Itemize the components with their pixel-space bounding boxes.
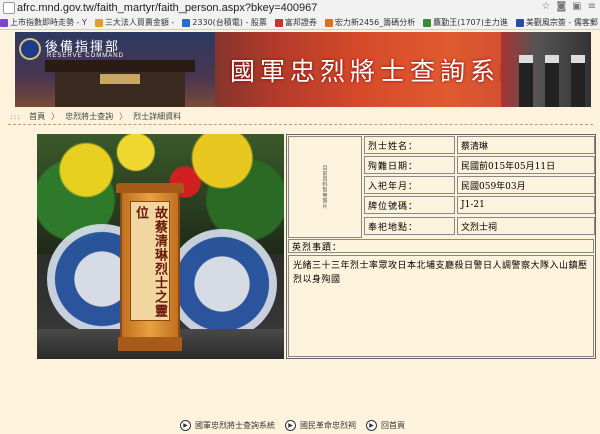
info-row-death-date: 殉難日期： 民國前015年05月11日 bbox=[364, 156, 595, 174]
arrow-right-icon: ▶ bbox=[180, 419, 191, 431]
arrow-right-icon: ▶ bbox=[285, 419, 296, 431]
bookmark-icon bbox=[324, 18, 333, 27]
info-label: 烈士姓名： bbox=[364, 136, 455, 154]
martyr-info-table: 目前資料暫無照片 烈士姓名： 蔡清琳 殉難日期： 民國前015年05月11日 入… bbox=[286, 134, 596, 359]
honor-guard-image bbox=[501, 32, 591, 107]
site-banner: 後備指揮部 RESERVE COMMAND 國軍忠烈將士查詢系統 bbox=[15, 32, 591, 107]
page-icon bbox=[3, 1, 15, 14]
reserve-command-logo[interactable] bbox=[19, 38, 41, 60]
gate-plaque bbox=[100, 74, 140, 84]
breadcrumb-martyr-search[interactable]: 忠烈將士查詢 bbox=[65, 111, 113, 122]
bookmarks-bar: 上市指數即時走勢 - Y 三大法人買賣金額 - 2330(台積電) - 股票 富… bbox=[0, 15, 600, 30]
bookmark-icon bbox=[182, 18, 191, 27]
info-label: 入祀年月： bbox=[364, 176, 455, 194]
memorial-photo: 故蔡清琳烈士之靈位 bbox=[37, 134, 284, 359]
system-title: 國軍忠烈將士查詢系統 bbox=[230, 57, 531, 86]
info-label: 殉難日期： bbox=[364, 156, 455, 174]
bookmark-icon bbox=[0, 18, 8, 27]
breadcrumb-dots: ::: bbox=[10, 111, 22, 121]
bookmark-item[interactable]: 美觀風宗簽 - 儒客郵 bbox=[515, 17, 598, 28]
tablet-panel: 故蔡清琳烈士之靈位 bbox=[130, 201, 170, 321]
merit-label: 英烈事蹟： bbox=[288, 239, 594, 253]
guard-figure bbox=[545, 55, 559, 107]
browser-chrome: afrc.mnd.gov.tw/faith_martyr/faith_perso… bbox=[0, 0, 600, 30]
camera-icon[interactable]: ◙ bbox=[556, 1, 566, 12]
bookmark-item[interactable]: 宏力新2456_籌碼分析 bbox=[324, 17, 415, 28]
guard-figure bbox=[519, 55, 533, 107]
arrow-right-icon: ▶ bbox=[366, 419, 377, 431]
extension-icon[interactable]: ▣ bbox=[572, 1, 581, 12]
bookmark-item[interactable]: 三大法人買賣金額 - bbox=[94, 17, 174, 28]
bookmark-item[interactable]: 富邦證券 bbox=[274, 17, 317, 28]
breadcrumb-divider bbox=[8, 124, 593, 125]
info-row-name: 烈士姓名： 蔡清琳 bbox=[364, 136, 595, 154]
info-value: J1-21 bbox=[457, 196, 595, 214]
spirit-tablet: 故蔡清琳烈士之靈位 bbox=[116, 183, 184, 351]
bookmark-item[interactable]: 鷹勤王(1707)主力進 bbox=[423, 17, 508, 28]
info-label: 牌位號碼： bbox=[364, 196, 455, 214]
tablet-base bbox=[118, 337, 182, 351]
breadcrumb: ::: 首頁 〉 忠烈將士查詢 〉 烈士詳細資料 bbox=[10, 109, 600, 123]
footer-link-revolutionary-shrine[interactable]: ▶ 國民革命忠烈祠 bbox=[285, 419, 356, 431]
bookmark-icon bbox=[274, 18, 283, 27]
bookmark-item[interactable]: 上市指數即時走勢 - Y bbox=[0, 17, 87, 28]
url-text[interactable]: afrc.mnd.gov.tw/faith_martyr/faith_perso… bbox=[17, 2, 317, 14]
menu-icon[interactable]: ≡ bbox=[588, 1, 596, 12]
info-value: 蔡清琳 bbox=[457, 136, 595, 154]
vase-right bbox=[167, 229, 277, 339]
bookmark-icon bbox=[515, 18, 524, 27]
info-label: 奉祀地點： bbox=[364, 217, 455, 235]
bookmark-item[interactable]: 2330(台積電) - 股票 bbox=[182, 17, 267, 28]
breadcrumb-home[interactable]: 首頁 bbox=[29, 111, 45, 122]
info-row-enshrine-date: 入祀年月： 民國059年03月 bbox=[364, 176, 595, 194]
shrine-gate-image bbox=[45, 60, 195, 107]
address-bar[interactable]: afrc.mnd.gov.tw/faith_martyr/faith_perso… bbox=[0, 0, 600, 15]
breadcrumb-current: 烈士詳細資料 bbox=[133, 111, 182, 121]
info-value: 文烈士祠 bbox=[457, 217, 595, 235]
info-row-location: 奉祀地點： 文烈士祠 bbox=[364, 217, 595, 235]
command-subtitle: RESERVE COMMAND bbox=[47, 53, 124, 59]
info-value: 民國059年03月 bbox=[457, 176, 595, 194]
footer-link-home[interactable]: ▶ 回首頁 bbox=[366, 419, 405, 431]
star-icon[interactable]: ☆ bbox=[541, 1, 550, 12]
footer-link-martyr-system[interactable]: ▶ 國軍忠烈將士查詢系統 bbox=[180, 419, 275, 431]
footer-links: ▶ 國軍忠烈將士查詢系統 ▶ 國民革命忠烈祠 ▶ 回首頁 bbox=[180, 418, 415, 432]
no-photo-note-text: 目前資料暫無照片 bbox=[321, 165, 328, 209]
chevron-right-icon: 〉 bbox=[51, 111, 60, 121]
info-row-tablet-number: 牌位號碼： J1-21 bbox=[364, 196, 595, 214]
chevron-right-icon: 〉 bbox=[119, 111, 128, 121]
bookmark-icon bbox=[423, 18, 432, 27]
toolbar-icons: ☆ ◙ ▣ ≡ bbox=[541, 1, 596, 12]
guard-figure bbox=[571, 55, 585, 107]
merit-text: 光緒三十三年烈士率眾攻日本北埔支廳殺日警日人調警察大隊入山鎮壓烈以身殉國 bbox=[288, 255, 594, 357]
tablet-text: 故蔡清琳烈士之靈位 bbox=[133, 206, 167, 318]
no-photo-note: 目前資料暫無照片 bbox=[288, 136, 362, 238]
info-value: 民國前015年05月11日 bbox=[457, 156, 595, 174]
bookmark-icon bbox=[94, 18, 103, 27]
